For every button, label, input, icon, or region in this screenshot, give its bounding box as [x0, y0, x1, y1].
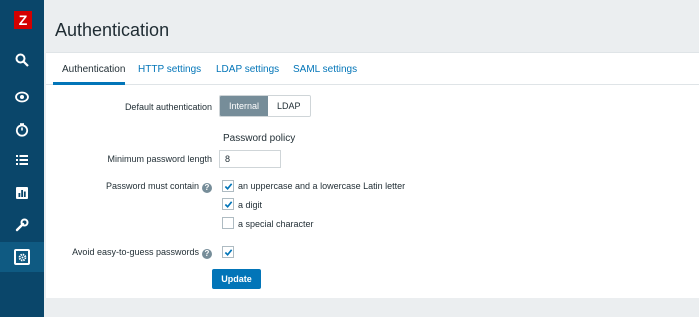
avoid-easy-label: Avoid easy-to-guess passwords? [72, 247, 212, 259]
default-auth-toggle: Internal LDAP [219, 95, 311, 117]
gear-icon [18, 253, 26, 261]
sidebar-item-configuration[interactable] [0, 210, 44, 240]
digit-checkbox[interactable] [222, 198, 234, 210]
tab-saml-settings[interactable]: SAML settings [293, 64, 357, 75]
default-auth-internal-option[interactable]: Internal [220, 96, 269, 116]
default-auth-ldap-option[interactable]: LDAP [268, 96, 310, 116]
help-icon[interactable]: ? [202, 183, 212, 193]
special-character-checkbox[interactable] [222, 217, 234, 229]
page-title: Authentication [55, 20, 170, 40]
checkmark-icon [224, 201, 233, 208]
chart-icon [16, 187, 28, 199]
checkmark-icon [224, 249, 233, 256]
min-length-label: Minimum password length [107, 154, 212, 164]
active-tab-indicator [53, 82, 125, 85]
sidebar-item-inventory[interactable] [0, 145, 44, 175]
help-icon[interactable]: ? [202, 249, 212, 259]
tab-http-settings[interactable]: HTTP settings [138, 64, 201, 75]
special-character-label: a special character [238, 219, 314, 229]
checkmark-icon [224, 183, 233, 190]
sidebar-item-services[interactable] [0, 115, 44, 145]
auth-settings-card: Authentication HTTP settings LDAP settin… [46, 52, 699, 298]
sidebar-item-administration[interactable] [0, 242, 44, 272]
active-indicator [14, 249, 30, 265]
digit-label: a digit [238, 200, 263, 210]
must-contain-label-text: Password must contain [105, 181, 199, 191]
update-button[interactable]: Update [212, 269, 261, 289]
password-policy-heading: Password policy [223, 133, 296, 144]
sidebar-item-monitoring[interactable] [0, 82, 44, 112]
min-length-input[interactable] [219, 150, 281, 168]
eye-icon [15, 91, 29, 103]
clock-icon [15, 123, 29, 137]
tab-authentication[interactable]: Authentication [62, 64, 125, 75]
search-icon [15, 53, 29, 67]
avoid-easy-label-text: Avoid easy-to-guess passwords [72, 247, 199, 257]
tab-ldap-settings[interactable]: LDAP settings [216, 64, 279, 75]
list-icon [16, 155, 28, 165]
wrench-icon [15, 218, 29, 232]
default-auth-label: Default authentication [124, 102, 212, 112]
zabbix-logo[interactable]: Z [14, 11, 32, 29]
uppercase-lowercase-label: an uppercase and a lowercase Latin lette… [238, 181, 406, 191]
sidebar-item-search[interactable] [0, 45, 44, 75]
tab-bar: Authentication HTTP settings LDAP settin… [46, 53, 699, 85]
sidebar: Z [0, 0, 44, 317]
sidebar-item-reports[interactable] [0, 178, 44, 208]
must-contain-label: Password must contain? [106, 181, 212, 193]
avoid-easy-checkbox[interactable] [222, 246, 234, 258]
uppercase-lowercase-checkbox[interactable] [222, 180, 234, 192]
